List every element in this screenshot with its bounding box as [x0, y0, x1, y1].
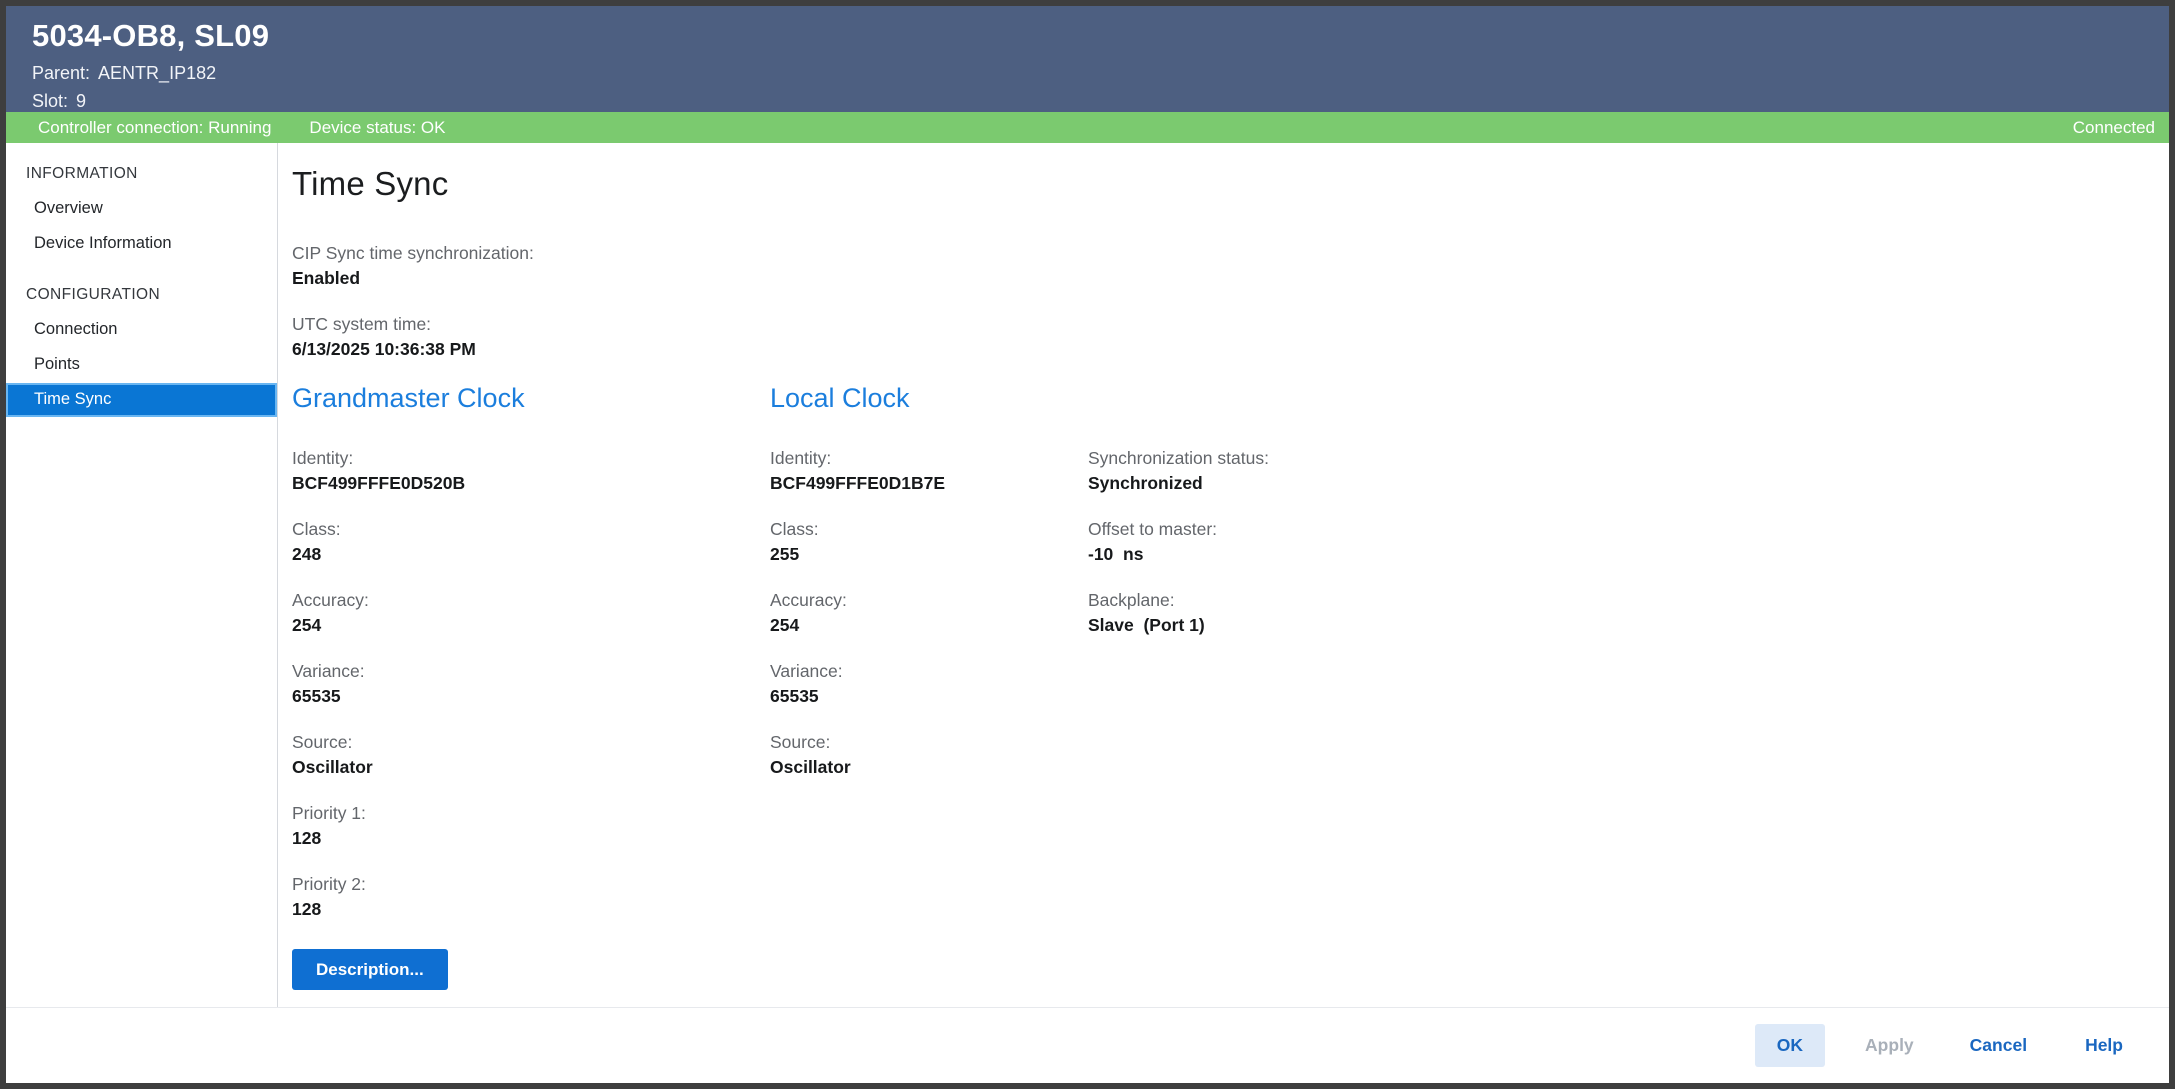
- body: INFORMATION Overview Device Information …: [6, 143, 2169, 1007]
- field-gm-identity: Identity: BCF499FFFE0D520B: [292, 446, 770, 496]
- field-label: Priority 2:: [292, 872, 770, 896]
- sidebar-item-time-sync[interactable]: Time Sync: [6, 383, 277, 417]
- field-value: 128: [292, 825, 770, 851]
- content-title: Time Sync: [292, 165, 2139, 203]
- field-value: 65535: [770, 683, 1088, 709]
- heading-spacer: [1088, 383, 2139, 433]
- field-value: -10 ns: [1088, 541, 2139, 567]
- slot-value: 9: [76, 91, 86, 111]
- field-label: Identity:: [292, 446, 770, 470]
- field-label: Variance:: [292, 659, 770, 683]
- field-value: Oscillator: [292, 754, 770, 780]
- slot-line: Slot: 9: [32, 91, 2145, 112]
- page-title: 5034-OB8, SL09: [32, 18, 2145, 54]
- field-label: Variance:: [770, 659, 1088, 683]
- field-value: 255: [770, 541, 1088, 567]
- field-value: 248: [292, 541, 770, 567]
- field-label: Identity:: [770, 446, 1088, 470]
- local-clock-column: Local Clock Identity: BCF499FFFE0D1B7E C…: [770, 383, 1088, 990]
- field-label: Source:: [292, 730, 770, 754]
- field-local-variance: Variance: 65535: [770, 659, 1088, 709]
- field-gm-priority2: Priority 2: 128: [292, 872, 770, 922]
- sidebar-section-information: INFORMATION Overview Device Information: [6, 157, 277, 261]
- field-value: BCF499FFFE0D520B: [292, 470, 770, 496]
- field-gm-class: Class: 248: [292, 517, 770, 567]
- field-label: CIP Sync time synchronization:: [292, 241, 2139, 265]
- sidebar-item-overview[interactable]: Overview: [6, 192, 277, 226]
- local-clock-heading: Local Clock: [770, 383, 1088, 433]
- parent-value: AENTR_IP182: [98, 63, 216, 83]
- sidebar-item-connection[interactable]: Connection: [6, 313, 277, 347]
- footer-button-bar: OK Apply Cancel Help: [6, 1007, 2169, 1083]
- field-value: Oscillator: [770, 754, 1088, 780]
- field-gm-accuracy: Accuracy: 254: [292, 588, 770, 638]
- field-value: 128: [292, 896, 770, 922]
- field-label: Accuracy:: [770, 588, 1088, 612]
- field-gm-source: Source: Oscillator: [292, 730, 770, 780]
- field-offset-to-master: Offset to master: -10 ns: [1088, 517, 2139, 567]
- field-cip-sync: CIP Sync time synchronization: Enabled: [292, 241, 2139, 291]
- field-label: Class:: [292, 517, 770, 541]
- field-value: 254: [292, 612, 770, 638]
- cancel-button[interactable]: Cancel: [1956, 1024, 2041, 1067]
- field-backplane: Backplane: Slave (Port 1): [1088, 588, 2139, 638]
- field-label: UTC system time:: [292, 312, 2139, 336]
- field-label: Class:: [770, 517, 1088, 541]
- field-local-source: Source: Oscillator: [770, 730, 1088, 780]
- field-value: 254: [770, 612, 1088, 638]
- help-button[interactable]: Help: [2071, 1024, 2137, 1067]
- field-local-accuracy: Accuracy: 254: [770, 588, 1088, 638]
- ok-button[interactable]: OK: [1755, 1024, 1825, 1067]
- field-value: Synchronized: [1088, 470, 2139, 496]
- field-value: Enabled: [292, 265, 2139, 291]
- status-bar-left: Controller connection: Running Device st…: [38, 118, 445, 138]
- field-gm-priority1: Priority 1: 128: [292, 801, 770, 851]
- field-local-class: Class: 255: [770, 517, 1088, 567]
- header: 5034-OB8, SL09 Parent: AENTR_IP182 Slot: 9: [6, 6, 2169, 112]
- apply-button[interactable]: Apply: [1851, 1024, 1928, 1067]
- sidebar-item-points[interactable]: Points: [6, 348, 277, 382]
- field-value: 6/13/2025 10:36:38 PM: [292, 336, 2139, 362]
- slot-label: Slot:: [32, 91, 68, 111]
- status-bar: Controller connection: Running Device st…: [6, 112, 2169, 143]
- parent-label: Parent:: [32, 63, 90, 83]
- field-sync-status: Synchronization status: Synchronized: [1088, 446, 2139, 496]
- device-status: Device status: OK: [309, 118, 445, 138]
- description-button[interactable]: Description...: [292, 949, 448, 990]
- field-value: 65535: [292, 683, 770, 709]
- field-value: Slave (Port 1): [1088, 612, 2139, 638]
- field-value: BCF499FFFE0D1B7E: [770, 470, 1088, 496]
- sidebar-section-header-information: INFORMATION: [6, 157, 277, 192]
- clock-columns: Grandmaster Clock Identity: BCF499FFFE0D…: [292, 383, 2139, 990]
- field-label: Source:: [770, 730, 1088, 754]
- field-label: Backplane:: [1088, 588, 2139, 612]
- sidebar-section-configuration: CONFIGURATION Connection Points Time Syn…: [6, 278, 277, 417]
- controller-connection-status: Controller connection: Running: [38, 118, 271, 138]
- sidebar: INFORMATION Overview Device Information …: [6, 143, 278, 1007]
- field-local-identity: Identity: BCF499FFFE0D1B7E: [770, 446, 1088, 496]
- field-label: Synchronization status:: [1088, 446, 2139, 470]
- main-content: Time Sync CIP Sync time synchronization:…: [278, 143, 2169, 1007]
- sync-status-column: Synchronization status: Synchronized Off…: [1088, 383, 2139, 990]
- top-fields: CIP Sync time synchronization: Enabled U…: [292, 241, 2139, 362]
- device-properties-window: 5034-OB8, SL09 Parent: AENTR_IP182 Slot: 9…: [0, 0, 2175, 1089]
- sidebar-section-header-configuration: CONFIGURATION: [6, 278, 277, 313]
- grandmaster-clock-heading: Grandmaster Clock: [292, 383, 770, 433]
- field-utc-time: UTC system time: 6/13/2025 10:36:38 PM: [292, 312, 2139, 362]
- sidebar-item-device-information[interactable]: Device Information: [6, 227, 277, 261]
- field-label: Priority 1:: [292, 801, 770, 825]
- field-gm-variance: Variance: 65535: [292, 659, 770, 709]
- field-label: Accuracy:: [292, 588, 770, 612]
- grandmaster-clock-column: Grandmaster Clock Identity: BCF499FFFE0D…: [292, 383, 770, 990]
- field-label: Offset to master:: [1088, 517, 2139, 541]
- parent-line: Parent: AENTR_IP182: [32, 63, 2145, 84]
- connection-state: Connected: [2073, 118, 2155, 138]
